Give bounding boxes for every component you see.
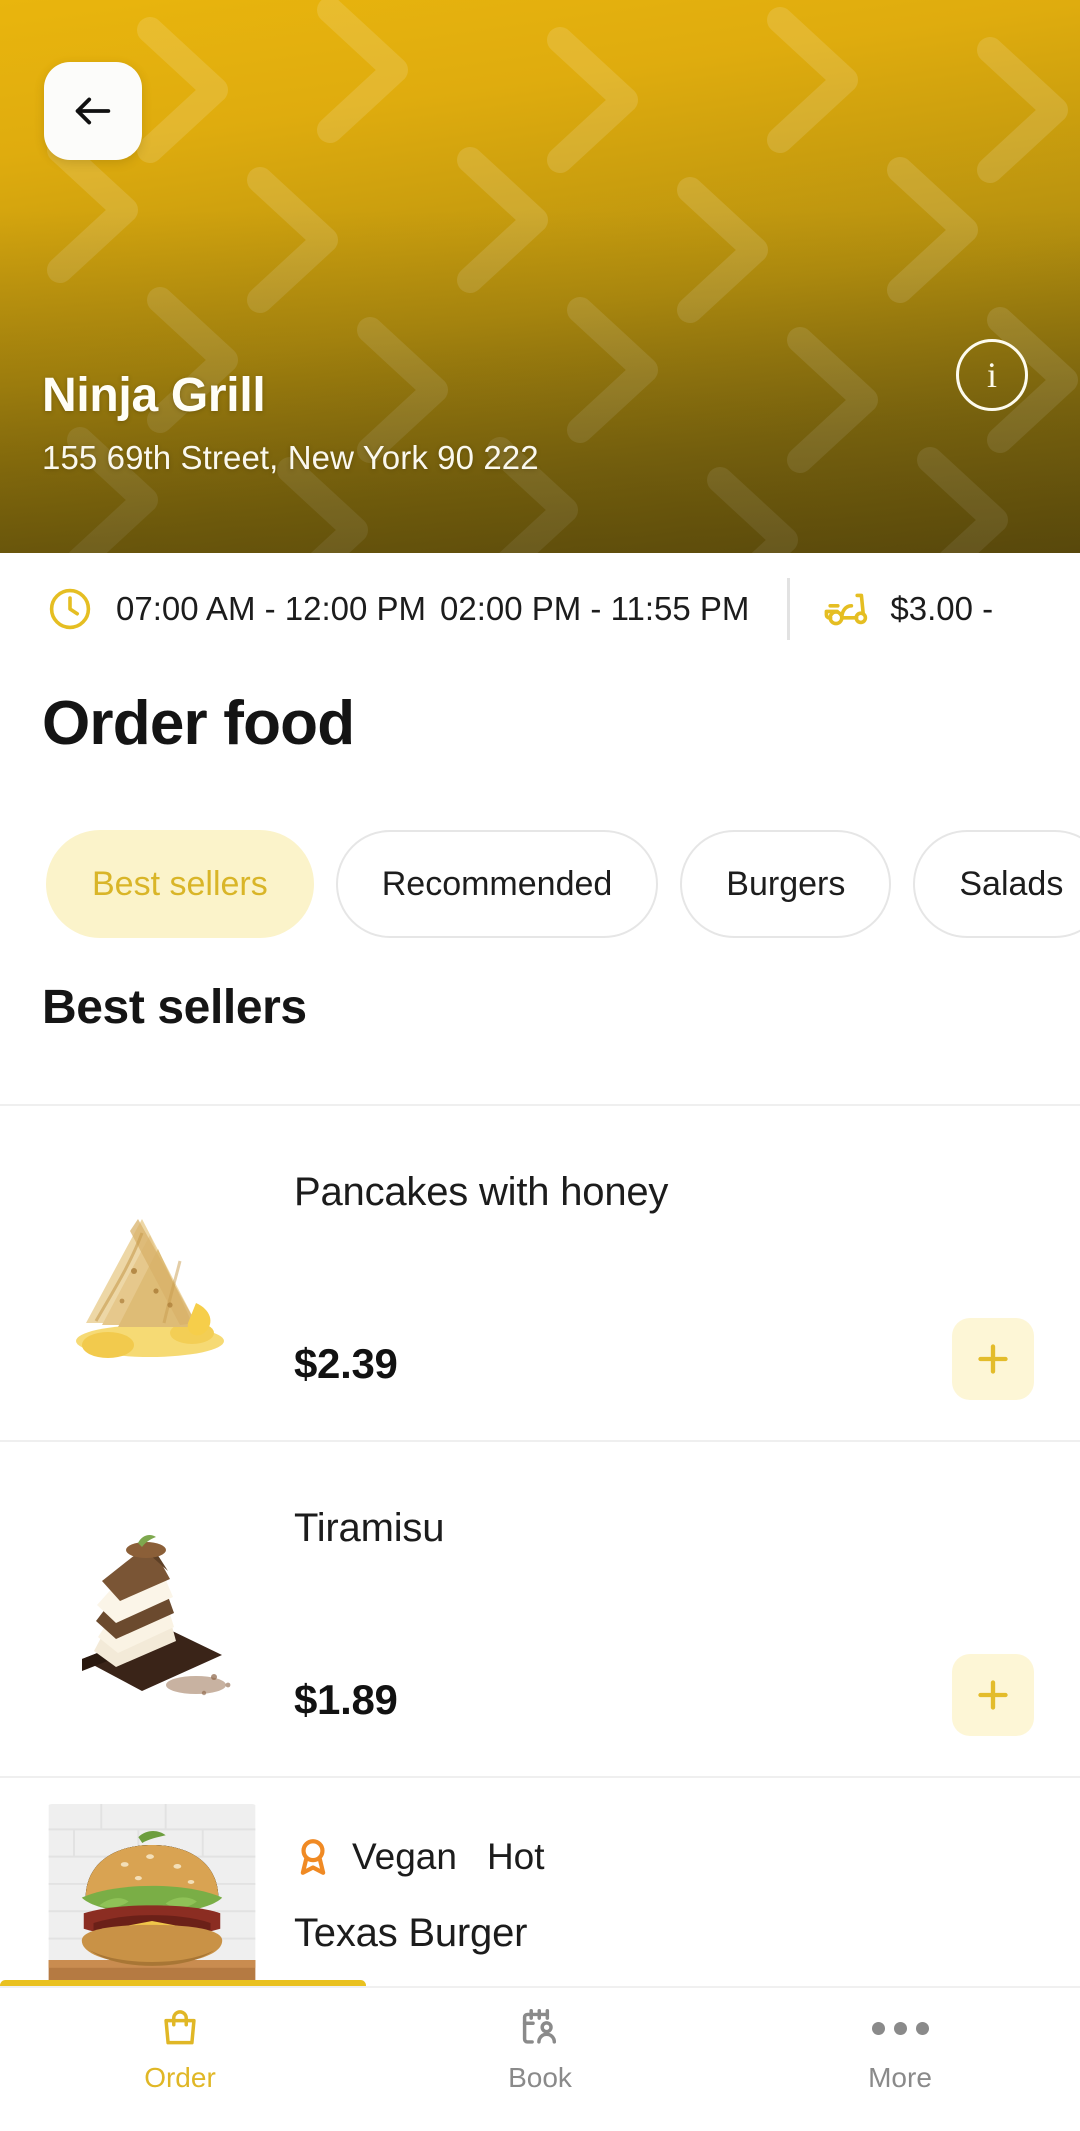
award-ribbon-icon — [300, 1839, 326, 1875]
back-button[interactable] — [44, 62, 142, 160]
nav-item-book[interactable]: Book — [360, 2006, 720, 2094]
menu-item-name: Tiramisu — [294, 1506, 445, 1550]
burger-thumbnail — [46, 1804, 258, 1996]
nav-label-order: Order — [144, 2062, 216, 2093]
menu-section-heading: Best sellers — [42, 981, 307, 1034]
delivery-fee-group: $3.00 - — [824, 585, 993, 633]
bottom-navigation-bar: Order Book More — [0, 1986, 1080, 2131]
delivery-fee-text: $3.00 - — [890, 589, 994, 627]
three-dots-icon — [871, 2006, 929, 2050]
menu-item-price: $1.89 — [294, 1676, 398, 1723]
category-chip-recommended[interactable]: Recommended — [335, 830, 659, 938]
menu-list: Pancakes with honey $2.39 Tiramisu $1.89… — [0, 1104, 1080, 1996]
plus-icon — [978, 1344, 1008, 1374]
clock-icon — [49, 588, 91, 629]
restaurant-name: Ninja Grill — [42, 368, 266, 422]
strip-divider — [787, 577, 791, 640]
nav-item-order[interactable]: Order — [0, 2006, 360, 2094]
chip-label: Salads — [959, 864, 1064, 903]
nav-label-more: More — [868, 2062, 932, 2093]
shopping-bag-icon — [164, 2010, 196, 2045]
category-chip-row[interactable]: Best sellers Recommended Burgers Salads — [0, 822, 1080, 946]
info-icon: i — [986, 355, 997, 395]
chip-label: Burgers — [726, 864, 846, 903]
category-chip-best-sellers[interactable]: Best sellers — [46, 830, 314, 938]
menu-item-badges: Vegan Hot — [292, 1836, 545, 1878]
restaurant-hero-banner: Ninja Grill 155 69th Street, New York 90… — [0, 0, 1080, 553]
add-to-cart-button[interactable] — [952, 1318, 1034, 1400]
category-chip-burgers[interactable]: Burgers — [680, 830, 892, 938]
chip-label: Best sellers — [92, 864, 268, 903]
pancakes-thumbnail — [46, 1173, 258, 1373]
scooter-icon — [824, 593, 868, 625]
menu-item-name: Texas Burger — [294, 1911, 528, 1955]
menu-item-row[interactable]: Pancakes with honey $2.39 — [0, 1104, 1080, 1440]
menu-item-name: Pancakes with honey — [294, 1170, 669, 1214]
page-title: Order food — [42, 689, 355, 758]
restaurant-address: 155 69th Street, New York 90 222 — [42, 439, 539, 476]
category-chip-salads[interactable]: Salads — [913, 830, 1080, 938]
restaurant-info-block: Ninja Grill 155 69th Street, New York 90… — [42, 368, 539, 477]
arrow-left-icon — [75, 97, 111, 125]
opening-hours-group: 07:00 AM - 12:00 PM 02:00 PM - 11:55 PM — [46, 585, 749, 633]
calendar-person-icon — [522, 2009, 557, 2044]
menu-item-price: $2.39 — [294, 1340, 398, 1387]
menu-item-row[interactable]: Tiramisu $1.89 — [0, 1440, 1080, 1776]
nav-label-book: Book — [508, 2062, 572, 2093]
restaurant-menu-screen: Ninja Grill 155 69th Street, New York 90… — [0, 0, 1080, 2131]
tiramisu-thumbnail — [46, 1509, 258, 1709]
info-button[interactable]: i — [956, 339, 1028, 411]
nav-item-more[interactable]: More — [720, 2006, 1080, 2094]
opening-hours-text: 07:00 AM - 12:00 PM 02:00 PM - 11:55 PM — [116, 589, 750, 627]
plus-icon — [978, 1680, 1008, 1710]
add-to-cart-button[interactable] — [952, 1654, 1034, 1736]
chip-label: Recommended — [381, 864, 613, 903]
badge-hot: Hot — [486, 1836, 545, 1877]
menu-item-row[interactable]: Vegan Hot Texas Burger — [0, 1776, 1080, 1996]
restaurant-info-strip: 07:00 AM - 12:00 PM 02:00 PM - 11:55 PM $… — [0, 553, 1080, 664]
badge-vegan: Vegan — [352, 1836, 457, 1877]
